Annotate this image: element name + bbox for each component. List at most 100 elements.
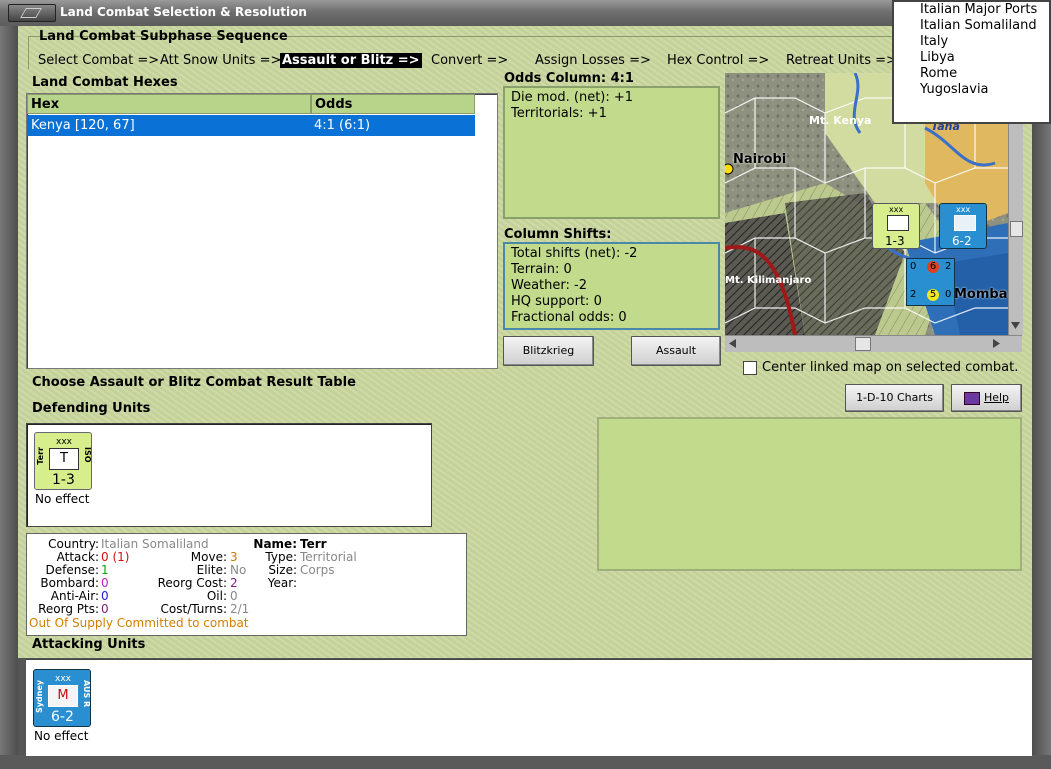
unit-size: xxx [55,674,71,684]
map-label-kilimanjaro: Mt. Kilimanjaro [725,275,812,286]
name-value: Terr [300,537,327,551]
stack-l2-value: 2 [910,289,917,300]
reorg-value: 0 [101,602,109,616]
map-horizontal-scrollbar[interactable] [725,335,1022,352]
step-hex-control: Hex Control => [667,53,770,68]
size-value: Corps [300,563,335,577]
shift-line-fractional: Fractional odds: 0 [511,310,627,325]
system-menu-icon[interactable] [8,4,56,22]
odds-cell: 4:1 (6:1) [314,118,371,133]
unit-strength: 6-2 [51,709,74,725]
map-unit-strength: 6-2 [952,234,972,248]
table-row[interactable]: Kenya [120, 67] 4:1 (6:1) [27,115,475,136]
stack-bottom-value: 5 [927,289,939,301]
map-unit-sydney[interactable]: xxx 6-2 [939,203,987,249]
hex-list[interactable]: Hex Odds Kenya [120, 67] 4:1 (6:1) [26,93,498,369]
center-map-label: Center linked map on selected combat. [762,360,1019,375]
attacking-unit-counter[interactable]: xxx Sydney AUS R M 6-2 [33,669,91,727]
unit-side-right: ISO [83,447,92,463]
map-unit-stack[interactable]: 6 0 2 5 2 0 [906,258,955,306]
map-unit-terr[interactable]: xxx 1-3 [872,203,920,249]
right-border [1032,26,1051,769]
bombard-label: Bombard: [40,576,99,590]
costturns-value: 2/1 [230,602,250,616]
unit-name-side: Terr [36,447,45,465]
book-icon [963,391,980,405]
attacking-units-box[interactable]: xxx Sydney AUS R M 6-2 No effect [26,659,1032,756]
sequence-heading: Land Combat Subphase Sequence [39,29,288,44]
name-label: Name: [253,537,297,551]
stack-r1-value: 2 [945,261,952,272]
step-assign-losses: Assign Losses => [535,53,651,68]
size-label: Size: [268,563,297,577]
bombard-value: 0 [101,576,109,590]
scroll-left-icon[interactable] [727,338,739,349]
step-retreat-units: Retreat Units => [786,53,897,68]
unit-size: xxx [56,437,72,447]
center-map-checkbox[interactable] [743,361,757,375]
attack-extra: (1) [112,550,130,564]
popup-list[interactable]: Italian Major Ports Italian Somaliland I… [892,0,1051,124]
reorg-label: Reorg Pts: [38,602,99,616]
help-button[interactable]: Help [951,384,1022,412]
shifts-box: Total shifts (net): -2 Terrain: 0 Weathe… [503,242,720,330]
country-label: Country: [48,537,99,551]
column-header-odds[interactable]: Odds [311,94,475,114]
shift-line-hq: HQ support: 0 [511,294,602,309]
help-label: Help [983,391,1010,404]
move-label: Move: [190,550,227,564]
assault-button[interactable]: Assault [631,336,721,366]
stack-l1-value: 0 [910,261,917,272]
country-value: Italian Somaliland [101,537,209,551]
reorgcost-label: Reorg Cost: [157,576,227,590]
defending-units-box[interactable]: xxx Terr ISO T 1-3 No effect [26,423,432,527]
list-item[interactable]: Italy [894,34,1049,50]
unit-symbol-icon: T [49,448,79,470]
map-vscroll-thumb[interactable] [1010,221,1023,237]
defending-unit-counter[interactable]: xxx Terr ISO T 1-3 [34,432,92,490]
odds-line-die-mod: Die mod. (net): +1 [511,90,634,105]
map-label-mt-kenya: Mt. Kenya [809,114,872,127]
combat-result-area [597,417,1022,571]
list-item[interactable]: Yugoslavia [894,82,1049,98]
blitzkrieg-button[interactable]: Blitzkrieg [503,336,594,366]
step-assault-or-blitz: Assault or Blitz => [280,53,422,68]
antiair-value: 0 [101,589,109,603]
attack-value: 0 (1) [101,550,129,564]
step-att-snow-units: Att Snow Units => [160,53,282,68]
supply-text: Out Of Supply [29,616,113,630]
scroll-right-icon[interactable] [990,338,1002,349]
unit-side-right: AUS R [82,680,91,708]
antiair-label: Anti-Air: [50,589,99,603]
map-hscroll-thumb[interactable] [855,337,871,351]
column-header-hex[interactable]: Hex [27,94,311,114]
shift-line-total: Total shifts (net): -2 [511,246,638,261]
oil-label: Oil: [206,589,227,603]
unit-symbol-icon: M [48,685,78,707]
step-select-combat: Select Combat => [38,53,160,68]
unit-symbol-icon [954,215,976,231]
attacking-unit-result: No effect [34,729,89,743]
crt-prompt: Choose Assault or Blitz Combat Result Ta… [32,375,356,390]
hexes-heading: Land Combat Hexes [32,75,178,90]
unit-name-side: Sydney [35,680,44,714]
unit-strength: 1-3 [52,472,75,488]
type-label: Type: [265,550,297,564]
odds-heading: Odds Column: 4:1 [504,71,634,86]
odds-box: Die mod. (net): +1 Territorials: +1 [503,86,720,219]
costturns-label: Cost/Turns: [160,602,227,616]
step-convert: Convert => [431,53,509,68]
scroll-down-icon[interactable] [1010,319,1021,331]
defense-label: Defense: [45,563,99,577]
list-item[interactable]: Libya [894,50,1049,66]
elite-label: Elite: [196,563,227,577]
defending-unit-result: No effect [35,492,90,506]
list-item[interactable]: Italian Major Ports [894,2,1049,18]
attack-label: Attack: [56,550,99,564]
unit-symbol-icon [887,215,909,231]
map-label-mombasa: Momba [954,287,1008,302]
unit-info-box: Country: Italian Somaliland Attack: 0 (1… [26,533,467,636]
charts-button[interactable]: 1-D-10 Charts [845,384,944,412]
list-item[interactable]: Italian Somaliland [894,18,1049,34]
list-item[interactable]: Rome [894,66,1049,82]
